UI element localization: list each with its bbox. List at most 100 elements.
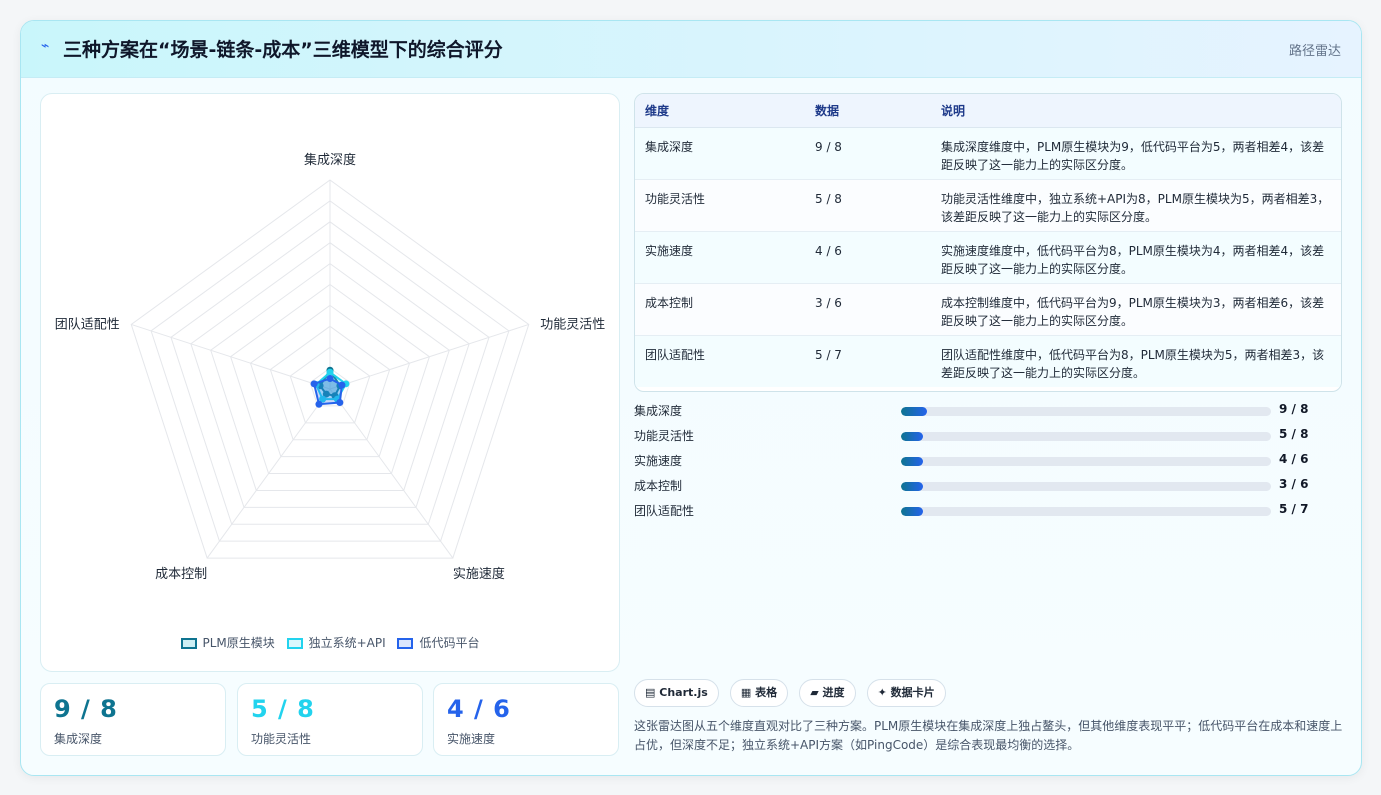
chip-label: Chart.js bbox=[659, 686, 708, 699]
header-data: 数据 bbox=[805, 94, 931, 128]
progress-row: 实施速度 4 / 6 bbox=[634, 452, 1340, 470]
cell-description-text: 功能灵活性维度中，独立系统+API为8，PLM原生模块为5，两者相差3，该差距反… bbox=[941, 191, 1330, 224]
cell-data-text: 9 / 8 bbox=[815, 139, 842, 154]
cell-dimension-text: 集成深度 bbox=[645, 139, 694, 154]
chip-progress[interactable]: ▰ 进度 bbox=[799, 679, 856, 707]
legend-item-lowcode[interactable]: 低代码平台 bbox=[397, 634, 480, 651]
cell-dimension-text: 团队适配性 bbox=[645, 347, 706, 362]
legend-item-api[interactable]: 独立系统+API bbox=[286, 634, 386, 651]
radar-chart: 集成深度功能灵活性实施速度 成本控制 团队适配性 bbox=[55, 152, 606, 582]
progress-track bbox=[901, 457, 1271, 466]
radar-axis-label: 成本控制 bbox=[155, 567, 207, 582]
header-tag: 路径雷达 bbox=[1288, 44, 1341, 59]
cell-description: 功能灵活性维度中，独立系统+API为8，PLM原生模块为5，两者相差3，该差距反… bbox=[931, 179, 1341, 232]
stat-card-integration: 9 / 8 集成深度 bbox=[40, 683, 226, 756]
progress-value: 9 / 8 bbox=[1279, 402, 1309, 416]
progress-value: 4 / 6 bbox=[1279, 452, 1309, 466]
progress-row: 团队适配性 5 / 7 bbox=[634, 502, 1340, 520]
cell-data-text: 5 / 8 bbox=[815, 191, 842, 206]
progress-row: 成本控制 3 / 6 bbox=[634, 477, 1340, 495]
legend-swatch-lowcode bbox=[397, 638, 414, 649]
stat-value: 5 / 8 bbox=[251, 695, 315, 723]
progress-value: 5 / 8 bbox=[1279, 427, 1309, 441]
radar-data-point bbox=[310, 380, 318, 388]
progress-fill bbox=[901, 432, 924, 441]
cell-description-text: 集成深度维度中，PLM原生模块为9，低代码平台为5，两者相差4，该差距反映了这一… bbox=[941, 139, 1325, 172]
stat-value: 9 / 8 bbox=[54, 695, 118, 723]
cell-data: 4 / 6 bbox=[805, 231, 931, 284]
radar-axis-label: 功能灵活性 bbox=[540, 317, 605, 332]
progress-fill bbox=[901, 457, 924, 466]
cell-data: 5 / 8 bbox=[805, 179, 931, 232]
data-table-panel: 维度 数据 说明 集成深度 9 / 8 集成深度维度中，PLM原生模块为9，低代… bbox=[634, 93, 1342, 392]
cell-description: 集成深度维度中，PLM原生模块为9，低代码平台为5，两者相差4，该差距反映了这一… bbox=[931, 127, 1341, 180]
progress-fill bbox=[901, 482, 924, 491]
radar-axis-label: 实施速度 bbox=[453, 566, 505, 582]
radar-axis-line bbox=[131, 323, 331, 390]
page-title: 三种方案在“场景-链条-成本”三维模型下的综合评分 bbox=[63, 39, 503, 61]
chip-chartjs[interactable]: ▤ Chart.js bbox=[634, 679, 719, 707]
radar-axis-line bbox=[329, 323, 529, 390]
radar-data-point bbox=[315, 400, 323, 408]
legend-label-lowcode: 低代码平台 bbox=[419, 636, 480, 650]
progress-fill bbox=[901, 407, 927, 416]
table-row: 功能灵活性 5 / 8 功能灵活性维度中，独立系统+API为8，PLM原生模块为… bbox=[635, 179, 1341, 232]
legend-swatch-plm bbox=[180, 638, 197, 649]
progress-track bbox=[901, 432, 1271, 441]
stat-card-flexibility: 5 / 8 功能灵活性 bbox=[237, 683, 423, 756]
radar-chart-panel: 集成深度 功能灵活性 实施速度 成本控制 团队适配性 PLM原生模块 独立系统+API … bbox=[40, 93, 620, 672]
stat-label: 功能灵活性 bbox=[251, 732, 312, 746]
table-row: 实施速度 4 / 6 实施速度维度中，低代码平台为8，PLM原生模块为4，两者相… bbox=[635, 231, 1341, 284]
cell-description: 成本控制维度中，低代码平台为9，PLM原生模块为3，两者相差6，该差距反映了这一… bbox=[931, 283, 1341, 336]
summary-text: 这张雷达图从五个维度直观对比了三种方案。PLM原生模块在集成深度上独占鳌头，但其… bbox=[634, 719, 1343, 752]
cell-data-text: 5 / 7 bbox=[815, 347, 842, 362]
radar-data-point bbox=[326, 375, 334, 383]
header-description: 说明 bbox=[931, 94, 1341, 128]
radar-data-point bbox=[338, 381, 346, 389]
progress-fill bbox=[901, 507, 924, 516]
progress-track bbox=[901, 507, 1271, 516]
legend-swatch-api bbox=[286, 638, 303, 649]
table-row: 团队适配性 5 / 7 团队适配性维度中，低代码平台为8，PLM原生模块为5，两… bbox=[635, 335, 1341, 387]
legend-label-plm: PLM原生模块 bbox=[202, 636, 275, 650]
legend-item-plm[interactable]: PLM原生模块 bbox=[180, 634, 275, 651]
cell-dimension: 团队适配性 bbox=[635, 335, 805, 387]
cell-dimension-text: 实施速度 bbox=[645, 243, 694, 258]
radar-axis-label: 集成深度 bbox=[304, 152, 356, 168]
table-icon: ▦ bbox=[740, 686, 752, 699]
cell-data-text: 4 / 6 bbox=[815, 243, 842, 258]
stat-value: 4 / 6 bbox=[447, 695, 511, 723]
cell-description: 实施速度维度中，低代码平台为8，PLM原生模块为4，两者相差4，该差距反映了这一… bbox=[931, 231, 1341, 284]
progress-label: 功能灵活性 bbox=[634, 429, 695, 443]
data-card-icon: ✦ bbox=[877, 686, 887, 699]
data-table: 维度 数据 说明 集成深度 9 / 8 集成深度维度中，PLM原生模块为9，低代… bbox=[635, 94, 1341, 387]
progress-label: 成本控制 bbox=[634, 479, 683, 493]
cell-data: 3 / 6 bbox=[805, 283, 931, 336]
progress-label: 实施速度 bbox=[634, 454, 683, 468]
table-row: 成本控制 3 / 6 成本控制维度中，低代码平台为9，PLM原生模块为3，两者相… bbox=[635, 283, 1341, 336]
header-dimension: 维度 bbox=[635, 94, 805, 128]
chip-label: 表格 bbox=[755, 686, 778, 699]
cell-description: 团队适配性维度中，低代码平台为8，PLM原生模块为5，两者相差3，该差距反映了这… bbox=[931, 335, 1341, 387]
cell-dimension: 功能灵活性 bbox=[635, 179, 805, 232]
tech-chips: ▤ Chart.js ▦ 表格 ▰ 进度 ✦ 数据卡片 bbox=[634, 679, 952, 707]
progress-row: 功能灵活性 5 / 8 bbox=[634, 427, 1340, 445]
chart-icon: ▤ bbox=[645, 686, 656, 699]
progress-icon: ▰ bbox=[810, 686, 819, 699]
cell-data: 5 / 7 bbox=[805, 335, 931, 387]
radar-data-point bbox=[336, 399, 344, 407]
cell-dimension: 成本控制 bbox=[635, 283, 805, 336]
progress-row: 集成深度 9 / 8 bbox=[634, 402, 1340, 420]
stat-card-speed: 4 / 6 实施速度 bbox=[433, 683, 619, 756]
progress-value: 3 / 6 bbox=[1279, 477, 1309, 491]
radar-axis-label: 团队适配性 bbox=[55, 317, 120, 332]
cell-dimension-text: 成本控制 bbox=[645, 295, 694, 310]
stat-label: 集成深度 bbox=[54, 732, 103, 746]
progress-label: 团队适配性 bbox=[634, 504, 695, 518]
chip-data-card[interactable]: ✦ 数据卡片 bbox=[866, 679, 946, 707]
chip-table[interactable]: ▦ 表格 bbox=[729, 679, 789, 707]
cell-description-text: 成本控制维度中，低代码平台为9，PLM原生模块为3，两者相差6，该差距反映了这一… bbox=[941, 295, 1325, 328]
progress-track bbox=[901, 407, 1271, 416]
progress-value: 5 / 7 bbox=[1279, 502, 1309, 516]
progress-label: 集成深度 bbox=[634, 404, 683, 418]
